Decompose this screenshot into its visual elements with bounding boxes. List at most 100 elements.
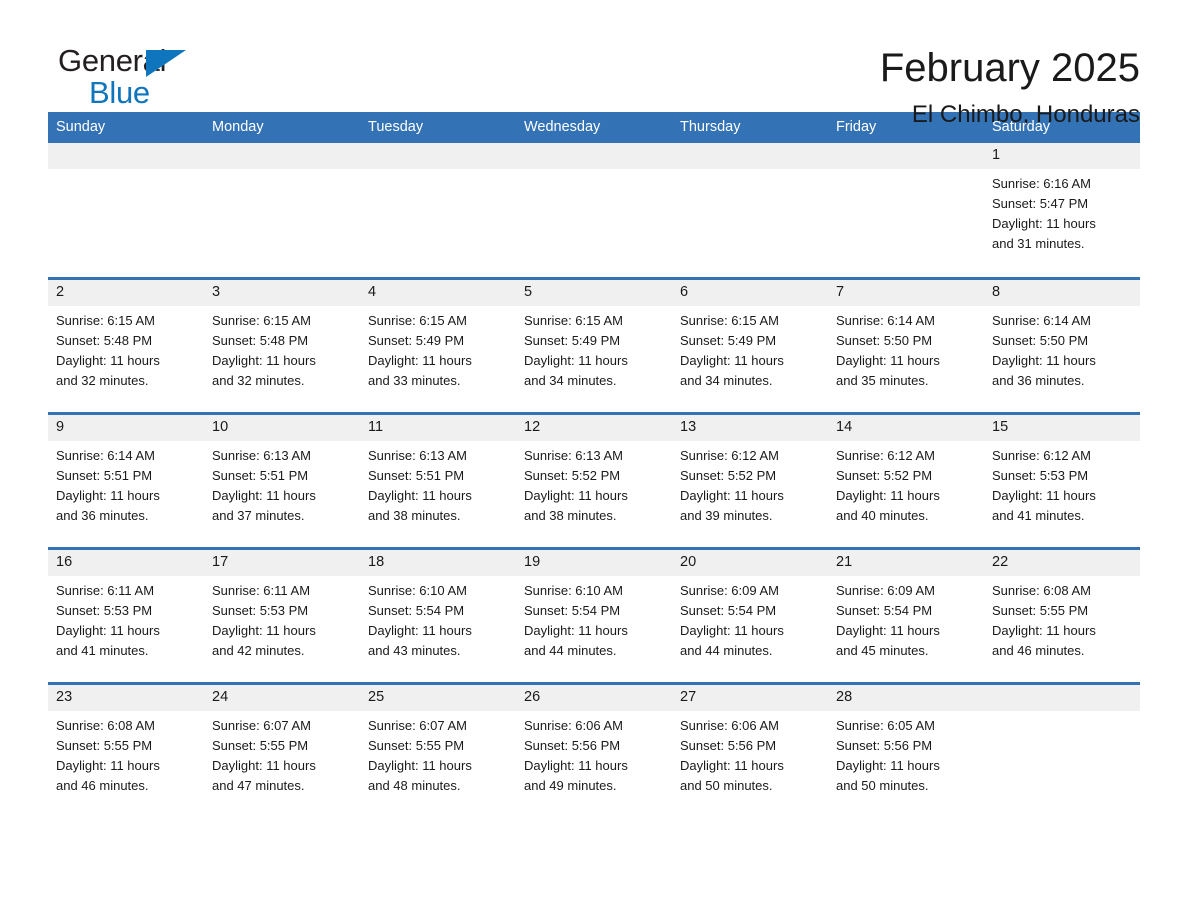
- day-cell-inner: 7 Sunrise: 6:14 AM Sunset: 5:50 PM Daylight…: [828, 279, 984, 412]
- day-number: 14: [828, 414, 984, 441]
- calendar-day-cell[interactable]: 26 Sunrise: 6:06 AM Sunset: 5:56 PM Dayligh…: [516, 681, 672, 818]
- day-details: Sunrise: 6:14 AM Sunset: 5:50 PM Daylight:…: [828, 306, 984, 391]
- day-number: 9: [48, 414, 204, 441]
- calendar-day-cell[interactable]: 14 Sunrise: 6:12 AM Sunset: 5:52 PM Dayligh…: [828, 411, 984, 548]
- detail-daylight-line1: Daylight: 11 hours: [836, 352, 940, 368]
- day-number: 8: [984, 279, 1140, 306]
- day-details: Sunrise: 6:15 AM Sunset: 5:48 PM Daylight:…: [48, 306, 204, 391]
- detail-sunrise: Sunrise: 6:11 AM: [56, 582, 155, 598]
- weekday-header-monday: Monday: [204, 112, 360, 143]
- day-cell-inner: 8 Sunrise: 6:14 AM Sunset: 5:50 PM Daylight…: [984, 279, 1140, 412]
- detail-daylight-line2: and 48 minutes.: [368, 777, 461, 793]
- calendar-day-cell[interactable]: 23 Sunrise: 6:08 AM Sunset: 5:55 PM Dayligh…: [48, 681, 204, 819]
- day-cell-inner: 27 Sunrise: 6:06 AM Sunset: 5:56 PM Dayligh…: [672, 684, 828, 819]
- detail-daylight-line1: Daylight: 11 hours: [992, 622, 1096, 638]
- calendar-week-row: 9 Sunrise: 6:14 AM Sunset: 5:51 PM Daylight…: [48, 411, 1140, 548]
- detail-sunrise: Sunrise: 6:13 AM: [524, 447, 623, 463]
- calendar-day-cell[interactable]: 27 Sunrise: 6:06 AM Sunset: 5:56 PM Dayligh…: [672, 681, 828, 819]
- day-cell-inner: 23 Sunrise: 6:08 AM Sunset: 5:55 PM Dayligh…: [48, 684, 204, 819]
- calendar-day-cell[interactable]: 19 Sunrise: 6:10 AM Sunset: 5:54 PM Dayligh…: [516, 546, 672, 683]
- calendar-day-cell[interactable]: 7 Sunrise: 6:14 AM Sunset: 5:50 PM Daylight…: [828, 276, 984, 413]
- day-number: 7: [828, 279, 984, 306]
- detail-sunrise: Sunrise: 6:16 AM: [992, 176, 1091, 191]
- calendar-day-cell[interactable]: 28 Sunrise: 6:05 AM Sunset: 5:56 PM Dayligh…: [828, 681, 984, 819]
- day-cell-inner: 13 Sunrise: 6:12 AM Sunset: 5:52 PM Dayligh…: [672, 414, 828, 547]
- day-cell-inner: 11 Sunrise: 6:13 AM Sunset: 5:51 PM Dayligh…: [360, 414, 516, 547]
- detail-sunset: Sunset: 5:53 PM: [56, 602, 153, 618]
- day-number: 6: [672, 279, 828, 306]
- calendar-day-cell[interactable]: 22 Sunrise: 6:08 AM Sunset: 5:55 PM Dayligh…: [984, 546, 1140, 683]
- day-details: Sunrise: 6:13 AM Sunset: 5:51 PM Daylight:…: [204, 441, 360, 526]
- calendar-day-cell[interactable]: 21 Sunrise: 6:09 AM Sunset: 5:54 PM Dayligh…: [828, 546, 984, 683]
- detail-daylight-line2: and 33 minutes.: [368, 372, 461, 388]
- day-details: Sunrise: 6:07 AM Sunset: 5:55 PM Daylight:…: [204, 711, 360, 796]
- day-number: 20: [672, 549, 828, 576]
- detail-sunset: Sunset: 5:55 PM: [992, 602, 1089, 618]
- calendar-day-cell[interactable]: 25 Sunrise: 6:07 AM Sunset: 5:55 PM Dayligh…: [360, 681, 516, 818]
- day-details: Sunrise: 6:15 AM Sunset: 5:48 PM Daylight:…: [204, 306, 360, 391]
- day-number: 23: [48, 684, 204, 711]
- calendar-day-cell[interactable]: 6 Sunrise: 6:15 AM Sunset: 5:49 PM Daylight…: [672, 276, 828, 413]
- calendar-day-cell[interactable]: 20 Sunrise: 6:09 AM Sunset: 5:54 PM Dayligh…: [672, 546, 828, 683]
- detail-daylight-line1: Daylight: 11 hours: [368, 757, 472, 773]
- day-details: Sunrise: 6:12 AM Sunset: 5:52 PM Daylight:…: [828, 441, 984, 526]
- calendar-day-cell[interactable]: 15 Sunrise: 6:12 AM Sunset: 5:53 PM Dayligh…: [984, 411, 1140, 548]
- day-cell-inner: [828, 143, 984, 277]
- calendar-day-cell[interactable]: 16 Sunrise: 6:11 AM Sunset: 5:53 PM Dayligh…: [48, 546, 204, 683]
- day-number: [360, 143, 516, 169]
- detail-sunrise: Sunrise: 6:08 AM: [56, 717, 155, 733]
- calendar-day-cell[interactable]: 11 Sunrise: 6:13 AM Sunset: 5:51 PM Dayligh…: [360, 411, 516, 548]
- day-number: 19: [516, 549, 672, 576]
- page-title: February 2025: [879, 46, 1140, 90]
- calendar-day-cell[interactable]: 2 Sunrise: 6:15 AM Sunset: 5:48 PM Daylight…: [48, 276, 204, 413]
- detail-sunrise: Sunrise: 6:09 AM: [680, 582, 779, 598]
- detail-daylight-line1: Daylight: 11 hours: [992, 216, 1096, 231]
- calendar-day-cell[interactable]: 13 Sunrise: 6:12 AM Sunset: 5:52 PM Dayligh…: [672, 411, 828, 548]
- calendar-day-cell[interactable]: 17 Sunrise: 6:11 AM Sunset: 5:53 PM Dayligh…: [204, 546, 360, 683]
- calendar-day-cell[interactable]: 4 Sunrise: 6:15 AM Sunset: 5:49 PM Daylight…: [360, 276, 516, 413]
- detail-sunrise: Sunrise: 6:15 AM: [212, 312, 311, 328]
- day-cell-inner: 6 Sunrise: 6:15 AM Sunset: 5:49 PM Daylight…: [672, 279, 828, 412]
- page-header: General Blue February 2025 El Chimbo, Ho…: [48, 0, 1140, 129]
- day-details: Sunrise: 6:08 AM Sunset: 5:55 PM Daylight:…: [984, 576, 1140, 661]
- calendar-week-row: 1 Sunrise: 6:16 AM Sunset: 5:47 PM Daylight…: [48, 143, 1140, 278]
- detail-daylight-line2: and 44 minutes.: [680, 642, 773, 658]
- detail-sunrise: Sunrise: 6:10 AM: [368, 582, 467, 598]
- detail-sunset: Sunset: 5:50 PM: [836, 332, 933, 348]
- detail-sunset: Sunset: 5:52 PM: [524, 467, 621, 483]
- calendar-day-cell[interactable]: 24 Sunrise: 6:07 AM Sunset: 5:55 PM Dayligh…: [204, 681, 360, 818]
- detail-daylight-line2: and 34 minutes.: [524, 372, 617, 388]
- day-number: [672, 143, 828, 169]
- day-number: 1: [984, 143, 1140, 169]
- detail-daylight-line1: Daylight: 11 hours: [680, 352, 784, 368]
- calendar-cell-empty: [48, 143, 204, 278]
- calendar-day-cell[interactable]: 1 Sunrise: 6:16 AM Sunset: 5:47 PM Daylight…: [984, 143, 1140, 278]
- day-number: 26: [516, 684, 672, 711]
- calendar-day-cell[interactable]: 12 Sunrise: 6:13 AM Sunset: 5:52 PM Dayligh…: [516, 411, 672, 548]
- day-cell-inner: 5 Sunrise: 6:15 AM Sunset: 5:49 PM Daylight…: [516, 279, 672, 412]
- day-number: [48, 143, 204, 169]
- detail-daylight-line2: and 45 minutes.: [836, 642, 929, 658]
- detail-daylight-line1: Daylight: 11 hours: [524, 622, 628, 638]
- day-cell-inner: 1 Sunrise: 6:16 AM Sunset: 5:47 PM Daylight…: [984, 143, 1140, 277]
- detail-sunrise: Sunrise: 6:13 AM: [368, 447, 467, 463]
- day-details: Sunrise: 6:16 AM Sunset: 5:47 PM Daylight:…: [984, 169, 1140, 254]
- detail-sunrise: Sunrise: 6:14 AM: [992, 312, 1091, 328]
- detail-sunset: Sunset: 5:54 PM: [368, 602, 465, 618]
- day-cell-inner: 28 Sunrise: 6:05 AM Sunset: 5:56 PM Dayligh…: [828, 684, 984, 819]
- detail-sunrise: Sunrise: 6:13 AM: [212, 447, 311, 463]
- calendar-day-cell[interactable]: 18 Sunrise: 6:10 AM Sunset: 5:54 PM Dayligh…: [360, 546, 516, 683]
- calendar-day-cell[interactable]: 5 Sunrise: 6:15 AM Sunset: 5:49 PM Daylight…: [516, 276, 672, 413]
- day-cell-inner: 4 Sunrise: 6:15 AM Sunset: 5:49 PM Daylight…: [360, 279, 516, 412]
- calendar-day-cell[interactable]: 3 Sunrise: 6:15 AM Sunset: 5:48 PM Daylight…: [204, 276, 360, 413]
- calendar-day-cell[interactable]: 9 Sunrise: 6:14 AM Sunset: 5:51 PM Daylight…: [48, 411, 204, 548]
- calendar-day-cell[interactable]: 10 Sunrise: 6:13 AM Sunset: 5:51 PM Dayligh…: [204, 411, 360, 548]
- day-number: 3: [204, 279, 360, 306]
- detail-sunset: Sunset: 5:49 PM: [680, 332, 777, 348]
- calendar-day-cell[interactable]: 8 Sunrise: 6:14 AM Sunset: 5:50 PM Daylight…: [984, 276, 1140, 413]
- calendar-cell-empty: [672, 143, 828, 278]
- detail-sunset: Sunset: 5:55 PM: [56, 737, 153, 753]
- detail-daylight-line2: and 39 minutes.: [680, 507, 773, 523]
- detail-daylight-line2: and 50 minutes.: [680, 777, 773, 793]
- day-cell-inner: 9 Sunrise: 6:14 AM Sunset: 5:51 PM Daylight…: [48, 414, 204, 547]
